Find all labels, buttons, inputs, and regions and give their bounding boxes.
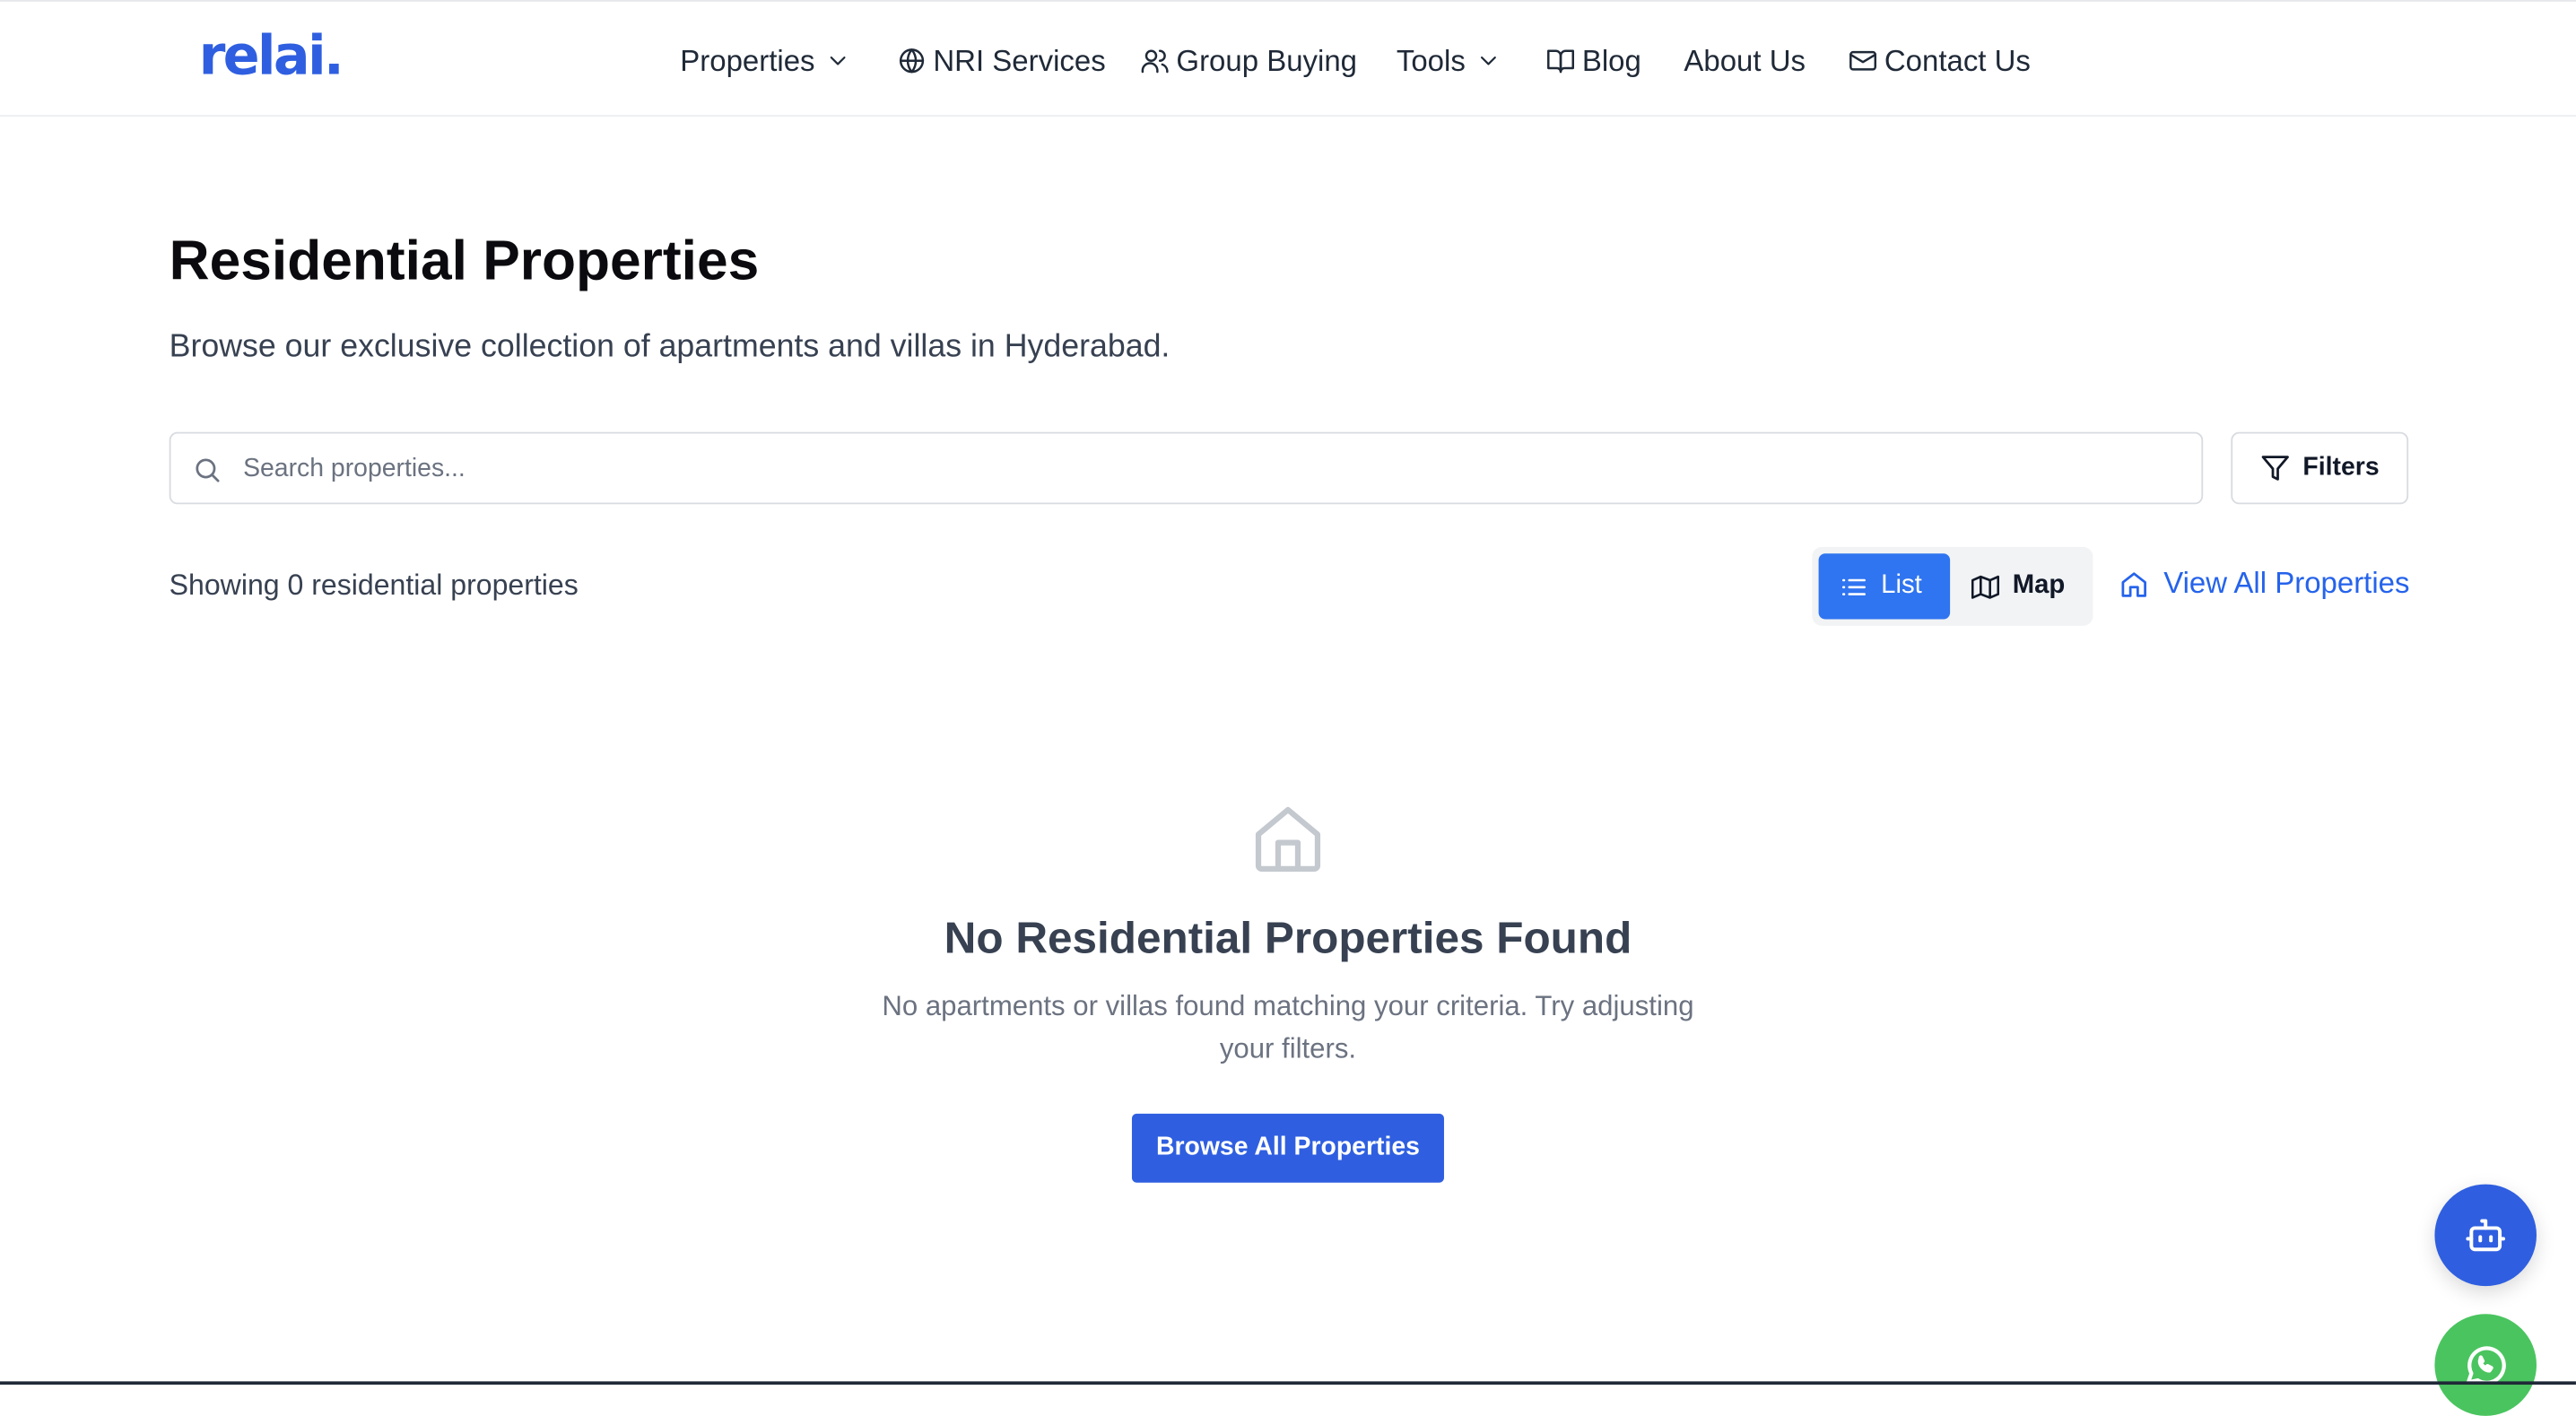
list-view-label: List [1881, 571, 1922, 600]
nav-label: Properties [680, 43, 815, 77]
page: relai. Properties NRI Services Group Buy… [0, 0, 2576, 1416]
view-all-label: View All Properties [2163, 566, 2410, 600]
filters-button[interactable]: Filters [2231, 431, 2409, 505]
house-icon [1255, 806, 1321, 873]
nav-label: NRI Services [933, 43, 1106, 77]
chevron-down-icon [830, 56, 846, 65]
globe-icon [899, 48, 925, 74]
map-view-label: Map [2012, 571, 2066, 600]
browse-all-properties-button[interactable]: Browse All Properties [1131, 1113, 1444, 1183]
nav-contact-us[interactable]: Contact Us [1849, 41, 2031, 81]
nav-tools[interactable]: Tools [1397, 41, 1501, 81]
empty-state-text: No apartments or villas found matching y… [882, 990, 1694, 1064]
list-icon [1841, 578, 1866, 595]
nav-label: Tools [1396, 43, 1466, 77]
book-icon [1547, 49, 1574, 74]
users-icon [1141, 49, 1169, 74]
search-icon [196, 458, 220, 482]
page-subtitle: Browse our exclusive collection of apart… [169, 328, 1171, 365]
nav-label: Group Buying [1176, 43, 1358, 77]
list-view-button[interactable]: List [1818, 553, 1951, 620]
filters-label: Filters [2302, 453, 2380, 482]
brand-logo[interactable]: relai. [199, 23, 344, 87]
whatsapp-button[interactable] [2434, 1314, 2537, 1416]
mail-icon [1849, 50, 1877, 71]
nav-label: Contact Us [1884, 43, 2031, 77]
filter-icon [2261, 456, 2289, 481]
chevron-down-icon [1481, 56, 1496, 65]
results-count: Showing 0 residential properties [169, 568, 579, 602]
search-box [169, 431, 2204, 505]
footer-divider [0, 1381, 2576, 1386]
nav-properties[interactable]: Properties [680, 41, 851, 81]
nav-about-us[interactable]: About Us [1684, 41, 1806, 81]
home-icon [2121, 571, 2146, 596]
nav-blog[interactable]: Blog [1546, 41, 1641, 81]
map-icon [1971, 574, 2000, 598]
view-all-properties-link[interactable]: View All Properties [2119, 566, 2410, 601]
chatbot-button[interactable] [2434, 1184, 2537, 1287]
nav-label: About Us [1684, 43, 1806, 77]
nav-nri-services[interactable]: NRI Services [897, 41, 1106, 81]
nav-group-buying[interactable]: Group Buying [1140, 41, 1357, 81]
view-toggle: List Map [1812, 546, 2093, 626]
page-title: Residential Properties [169, 230, 760, 293]
empty-state-title: No Residential Properties Found [944, 913, 1632, 963]
bot-icon [2466, 1219, 2506, 1252]
top-navbar: relai. Properties NRI Services Group Buy… [0, 0, 2576, 117]
nav-label: Blog [1581, 43, 1641, 77]
map-view-button[interactable]: Map [1950, 553, 2086, 619]
search-input[interactable] [243, 449, 2050, 490]
